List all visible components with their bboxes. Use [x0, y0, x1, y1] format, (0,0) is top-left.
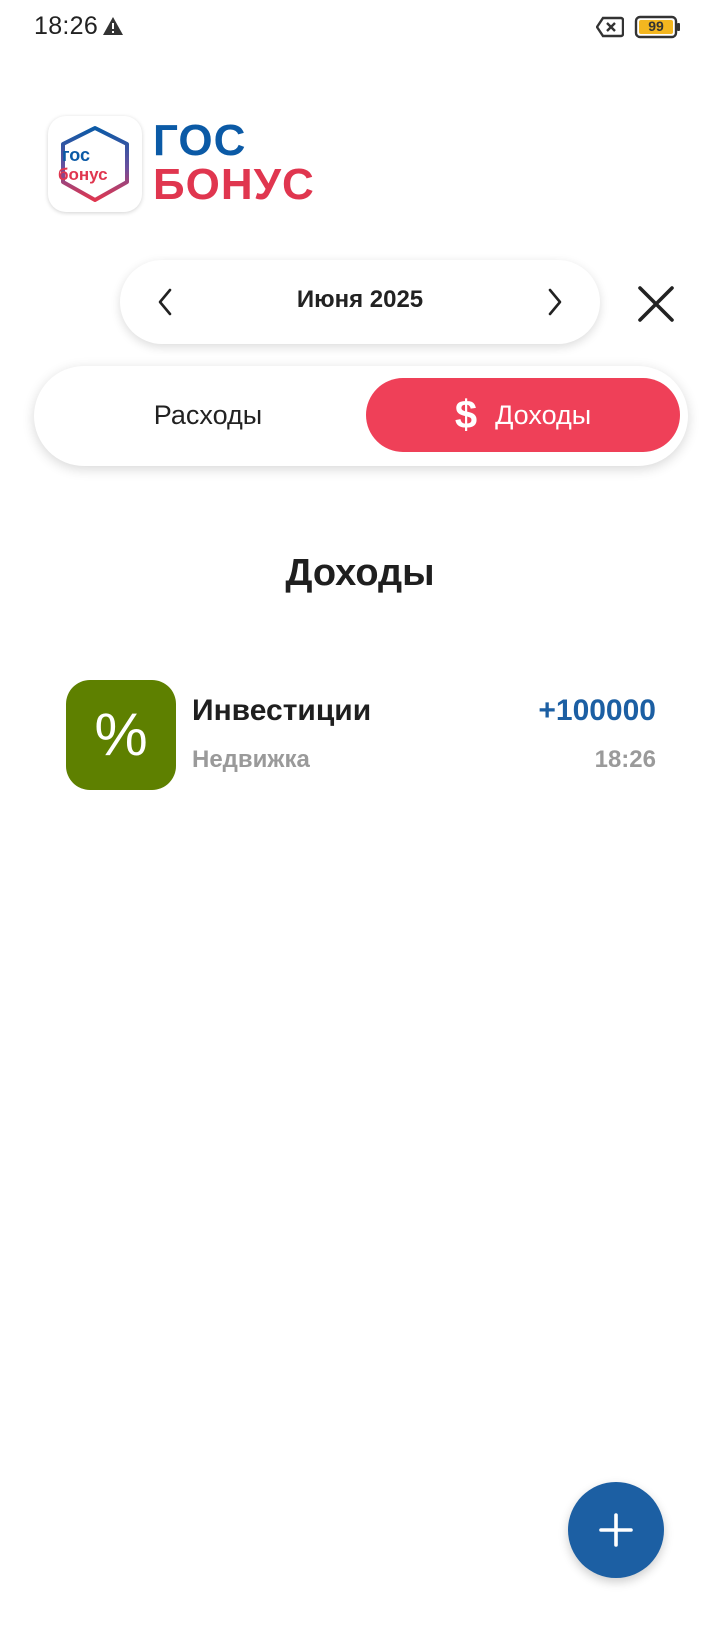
logo-word-top: ГОС [153, 116, 247, 165]
tab-income[interactable]: $ Доходы [366, 378, 680, 452]
app-screen: 18:26 99 гос бонус ГОС БОНУС Июня 2025 Р… [0, 0, 720, 1650]
percent-icon: % [66, 680, 176, 790]
category-glyph: % [94, 701, 148, 768]
plus-icon [599, 1513, 633, 1547]
transaction-time: 18:26 [594, 746, 656, 773]
chevron-left-icon[interactable] [148, 284, 184, 320]
app-logo: гос бонус [48, 116, 142, 212]
battery-level: 99 [648, 18, 664, 34]
section-title: Доходы [285, 552, 435, 594]
logo-word-bottom: БОНУС [153, 160, 315, 209]
status-time: 18:26 [34, 12, 99, 40]
tab-expenses[interactable]: Расходы [48, 378, 368, 452]
add-button[interactable] [568, 1482, 664, 1578]
tab-income-label: Доходы [495, 399, 592, 430]
month-selector: Июня 2025 [120, 260, 600, 344]
dollar-icon: $ [454, 393, 478, 437]
warning-icon [103, 17, 123, 35]
close-icon[interactable] [632, 280, 680, 328]
status-bar: 18:26 99 [0, 0, 720, 56]
transaction-title: Инвестиции [192, 694, 372, 727]
transaction-subtitle: Недвижка [192, 746, 310, 773]
chevron-right-icon[interactable] [536, 284, 572, 320]
logo-inner-top: гос [62, 145, 91, 165]
type-toggle: Расходы $ Доходы [34, 366, 688, 466]
month-label: Июня 2025 [296, 286, 424, 313]
tab-expenses-label: Расходы [153, 399, 263, 430]
transaction-amount: +100000 [538, 694, 656, 727]
transaction-row[interactable]: % Инвестиции Недвижка +100000 18:26 [66, 680, 656, 792]
logo-inner-bottom: бонус [58, 165, 108, 184]
sim-off-icon [596, 16, 624, 38]
